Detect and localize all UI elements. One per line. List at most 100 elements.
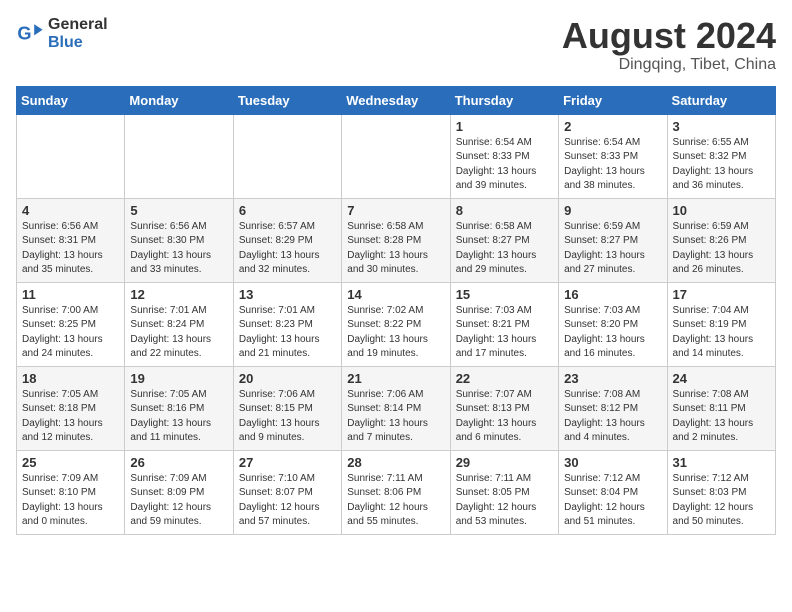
day-number: 24 [673, 371, 770, 386]
day-number: 4 [22, 203, 119, 218]
calendar-cell: 8 Sunrise: 6:58 AM Sunset: 8:27 PM Daylig… [450, 198, 558, 282]
day-info: Sunrise: 6:58 AM Sunset: 8:27 PM Dayligh… [456, 220, 553, 278]
calendar-cell: 7Sunrise: 6:58 AM Sunset: 8:28 PM Daylig… [342, 198, 450, 282]
logo: G General Blue [16, 16, 108, 51]
day-number: 16 [564, 287, 661, 302]
calendar-week-row: 18Sunrise: 7:05 AM Sunset: 8:18 PM Dayli… [17, 366, 776, 450]
day-number: 17 [673, 287, 770, 302]
day-number: 1 [456, 119, 553, 134]
day-number: 2 [564, 119, 661, 134]
day-info: Sunrise: 6:54 AM Sunset: 8:33 PM Dayligh… [456, 136, 553, 194]
day-info: Sunrise: 7:12 AM Sunset: 8:03 PM Dayligh… [673, 472, 770, 530]
day-info: Sunrise: 7:05 AM Sunset: 8:16 PM Dayligh… [130, 388, 227, 446]
title-block: August 2024 Dingqing, Tibet, China [562, 16, 776, 74]
day-info: Sunrise: 7:01 AM Sunset: 8:24 PM Dayligh… [130, 304, 227, 362]
day-info: Sunrise: 7:00 AM Sunset: 8:25 PM Dayligh… [22, 304, 119, 362]
calendar-cell [342, 114, 450, 198]
day-number: 20 [239, 371, 336, 386]
header-tuesday: Tuesday [233, 86, 341, 114]
calendar-table: SundayMondayTuesdayWednesdayThursdayFrid… [16, 86, 776, 535]
calendar-week-row: 1 Sunrise: 6:54 AM Sunset: 8:33 PM Daylig… [17, 114, 776, 198]
calendar-cell: 16 Sunrise: 7:03 AM Sunset: 8:20 PM Dayli… [559, 282, 667, 366]
calendar-cell: 23 Sunrise: 7:08 AM Sunset: 8:12 PM Dayli… [559, 366, 667, 450]
calendar-cell: 24 Sunrise: 7:08 AM Sunset: 8:11 PM Dayli… [667, 366, 775, 450]
svg-text:G: G [17, 23, 31, 43]
day-info: Sunrise: 7:04 AM Sunset: 8:19 PM Dayligh… [673, 304, 770, 362]
day-number: 3 [673, 119, 770, 134]
day-number: 13 [239, 287, 336, 302]
calendar-cell: 26 Sunrise: 7:09 AM Sunset: 8:09 PM Dayli… [125, 450, 233, 534]
day-number: 19 [130, 371, 227, 386]
day-info: Sunrise: 7:09 AM Sunset: 8:10 PM Dayligh… [22, 472, 119, 530]
calendar-cell: 10Sunrise: 6:59 AM Sunset: 8:26 PM Dayli… [667, 198, 775, 282]
day-info: Sunrise: 7:02 AM Sunset: 8:22 PM Dayligh… [347, 304, 444, 362]
calendar-week-row: 25 Sunrise: 7:09 AM Sunset: 8:10 PM Dayli… [17, 450, 776, 534]
day-info: Sunrise: 7:09 AM Sunset: 8:09 PM Dayligh… [130, 472, 227, 530]
calendar-cell: 18Sunrise: 7:05 AM Sunset: 8:18 PM Dayli… [17, 366, 125, 450]
day-info: Sunrise: 6:55 AM Sunset: 8:32 PM Dayligh… [673, 136, 770, 194]
calendar-cell: 1 Sunrise: 6:54 AM Sunset: 8:33 PM Daylig… [450, 114, 558, 198]
day-number: 6 [239, 203, 336, 218]
calendar-cell: 15Sunrise: 7:03 AM Sunset: 8:21 PM Dayli… [450, 282, 558, 366]
day-info: Sunrise: 7:11 AM Sunset: 8:06 PM Dayligh… [347, 472, 444, 530]
calendar-header-row: SundayMondayTuesdayWednesdayThursdayFrid… [17, 86, 776, 114]
month-year-title: August 2024 [562, 16, 776, 56]
header-saturday: Saturday [667, 86, 775, 114]
day-info: Sunrise: 6:59 AM Sunset: 8:27 PM Dayligh… [564, 220, 661, 278]
day-number: 22 [456, 371, 553, 386]
day-number: 12 [130, 287, 227, 302]
day-info: Sunrise: 6:58 AM Sunset: 8:28 PM Dayligh… [347, 220, 444, 278]
day-number: 30 [564, 455, 661, 470]
calendar-cell: 3 Sunrise: 6:55 AM Sunset: 8:32 PM Daylig… [667, 114, 775, 198]
day-info: Sunrise: 6:56 AM Sunset: 8:30 PM Dayligh… [130, 220, 227, 278]
calendar-week-row: 11 Sunrise: 7:00 AM Sunset: 8:25 PM Dayli… [17, 282, 776, 366]
day-number: 25 [22, 455, 119, 470]
calendar-cell: 9 Sunrise: 6:59 AM Sunset: 8:27 PM Daylig… [559, 198, 667, 282]
calendar-cell: 17 Sunrise: 7:04 AM Sunset: 8:19 PM Dayli… [667, 282, 775, 366]
header-thursday: Thursday [450, 86, 558, 114]
day-number: 10 [673, 203, 770, 218]
calendar-cell: 25 Sunrise: 7:09 AM Sunset: 8:10 PM Dayli… [17, 450, 125, 534]
calendar-cell: 2 Sunrise: 6:54 AM Sunset: 8:33 PM Daylig… [559, 114, 667, 198]
day-info: Sunrise: 7:03 AM Sunset: 8:20 PM Dayligh… [564, 304, 661, 362]
location-subtitle: Dingqing, Tibet, China [562, 56, 776, 74]
header-friday: Friday [559, 86, 667, 114]
header-sunday: Sunday [17, 86, 125, 114]
day-info: Sunrise: 7:05 AM Sunset: 8:18 PM Dayligh… [22, 388, 119, 446]
page-header: G General Blue August 2024 Dingqing, Tib… [16, 16, 776, 74]
day-info: Sunrise: 7:12 AM Sunset: 8:04 PM Dayligh… [564, 472, 661, 530]
logo-blue-text: Blue [48, 34, 108, 52]
calendar-cell: 4 Sunrise: 6:56 AM Sunset: 8:31 PM Daylig… [17, 198, 125, 282]
day-number: 26 [130, 455, 227, 470]
day-number: 11 [22, 287, 119, 302]
calendar-cell: 19 Sunrise: 7:05 AM Sunset: 8:16 PM Dayli… [125, 366, 233, 450]
calendar-cell: 14 Sunrise: 7:02 AM Sunset: 8:22 PM Dayli… [342, 282, 450, 366]
header-wednesday: Wednesday [342, 86, 450, 114]
calendar-cell: 12 Sunrise: 7:01 AM Sunset: 8:24 PM Dayli… [125, 282, 233, 366]
header-monday: Monday [125, 86, 233, 114]
day-info: Sunrise: 7:11 AM Sunset: 8:05 PM Dayligh… [456, 472, 553, 530]
day-info: Sunrise: 7:08 AM Sunset: 8:12 PM Dayligh… [564, 388, 661, 446]
day-info: Sunrise: 6:54 AM Sunset: 8:33 PM Dayligh… [564, 136, 661, 194]
day-info: Sunrise: 7:10 AM Sunset: 8:07 PM Dayligh… [239, 472, 336, 530]
day-number: 27 [239, 455, 336, 470]
calendar-cell [17, 114, 125, 198]
calendar-cell: 22Sunrise: 7:07 AM Sunset: 8:13 PM Dayli… [450, 366, 558, 450]
day-number: 14 [347, 287, 444, 302]
calendar-cell [125, 114, 233, 198]
calendar-cell: 21Sunrise: 7:06 AM Sunset: 8:14 PM Dayli… [342, 366, 450, 450]
day-number: 8 [456, 203, 553, 218]
day-number: 9 [564, 203, 661, 218]
day-info: Sunrise: 7:06 AM Sunset: 8:14 PM Dayligh… [347, 388, 444, 446]
day-info: Sunrise: 6:56 AM Sunset: 8:31 PM Dayligh… [22, 220, 119, 278]
day-number: 23 [564, 371, 661, 386]
calendar-cell: 29Sunrise: 7:11 AM Sunset: 8:05 PM Dayli… [450, 450, 558, 534]
calendar-week-row: 4 Sunrise: 6:56 AM Sunset: 8:31 PM Daylig… [17, 198, 776, 282]
day-info: Sunrise: 7:06 AM Sunset: 8:15 PM Dayligh… [239, 388, 336, 446]
day-info: Sunrise: 7:01 AM Sunset: 8:23 PM Dayligh… [239, 304, 336, 362]
logo-general-text: General [48, 16, 108, 34]
day-info: Sunrise: 7:08 AM Sunset: 8:11 PM Dayligh… [673, 388, 770, 446]
calendar-cell: 6Sunrise: 6:57 AM Sunset: 8:29 PM Daylig… [233, 198, 341, 282]
calendar-cell: 20 Sunrise: 7:06 AM Sunset: 8:15 PM Dayli… [233, 366, 341, 450]
calendar-cell: 11 Sunrise: 7:00 AM Sunset: 8:25 PM Dayli… [17, 282, 125, 366]
